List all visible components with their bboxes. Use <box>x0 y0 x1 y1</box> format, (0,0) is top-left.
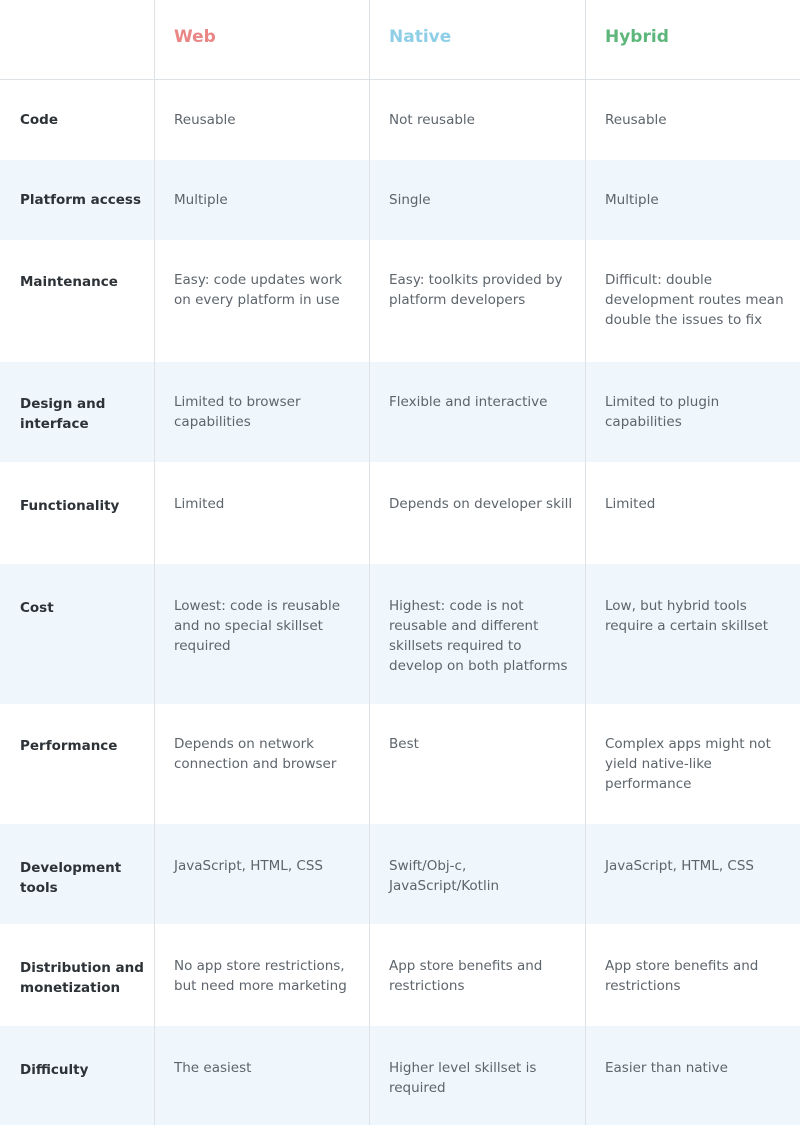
cell-hybrid: Complex apps might not yield native-like… <box>605 736 771 792</box>
row-label: Difficulty <box>0 1026 155 1125</box>
row-label: Design and interface <box>0 362 155 462</box>
header-empty-cell <box>0 0 155 79</box>
table-row-difficulty: Difficulty The easiest Higher level skil… <box>0 1026 800 1125</box>
cell-native: Swift/Obj-c, JavaScript/Kotlin <box>370 824 586 924</box>
cell-hybrid: Difficult: double development routes mea… <box>605 272 784 328</box>
cell-web: Depends on network connection and browse… <box>155 704 370 824</box>
cell-native: Flexible and interactive <box>370 362 586 462</box>
cell-web: Multiple <box>155 160 370 240</box>
cell-hybrid: Reusable <box>605 112 667 128</box>
table-row-maintenance: Maintenance Easy: code updates work on e… <box>0 240 800 362</box>
cell-native: Best <box>370 704 586 824</box>
cell-web: Limited <box>155 462 370 564</box>
table-row-design-and-interface: Design and interface Limited to browser … <box>0 362 800 462</box>
cell-web: Easy: code updates work on every platfor… <box>155 240 370 362</box>
cell-native: Not reusable <box>370 80 586 160</box>
row-label: Maintenance <box>0 240 155 362</box>
table-header-row: Web Native Hybrid <box>0 0 800 80</box>
header-web: Web <box>155 0 370 79</box>
row-label: Development tools <box>0 824 155 924</box>
row-label: Functionality <box>0 462 155 564</box>
table-row-platform-access: Platform access Multiple Single Multiple <box>0 160 800 240</box>
table-row-performance: Performance Depends on network connectio… <box>0 704 800 824</box>
table-row-code: Code Reusable Not reusable Reusable <box>0 80 800 160</box>
table-row-distribution-and-monetization: Distribution and monetization No app sto… <box>0 924 800 1026</box>
row-label: Performance <box>0 704 155 824</box>
table-row-functionality: Functionality Limited Depends on develop… <box>0 462 800 564</box>
cell-web: Lowest: code is reusable and no special … <box>155 564 370 704</box>
cell-web: No app store restrictions, but need more… <box>155 924 370 1026</box>
cell-hybrid: Limited to plugin capabilities <box>605 394 720 430</box>
cell-native: Easy: toolkits provided by platform deve… <box>370 240 586 362</box>
header-hybrid: Hybrid <box>605 27 669 47</box>
cell-hybrid: Multiple <box>605 192 659 208</box>
cell-native: Single <box>370 160 586 240</box>
cell-native: Depends on developer skill <box>370 462 586 564</box>
cell-web: JavaScript, HTML, CSS <box>155 824 370 924</box>
row-label: Platform access <box>0 160 155 240</box>
row-label: Distribution and monetization <box>0 924 155 1026</box>
comparison-table: Web Native Hybrid Code Reusable Not reus… <box>0 0 800 1125</box>
cell-web: Limited to browser capabilities <box>155 362 370 462</box>
cell-native: Higher level skillset is required <box>370 1026 586 1125</box>
cell-hybrid: App store benefits and restrictions <box>605 958 759 994</box>
cell-web: Reusable <box>155 80 370 160</box>
row-label: Code <box>0 80 155 160</box>
row-label: Cost <box>0 564 155 704</box>
cell-native: Highest: code is not reusable and differ… <box>370 564 586 704</box>
cell-hybrid: Low, but hybrid tools require a certain … <box>605 598 769 634</box>
cell-hybrid: Easier than native <box>605 1060 728 1076</box>
header-native: Native <box>370 0 586 79</box>
cell-hybrid: JavaScript, HTML, CSS <box>605 858 754 874</box>
cell-native: App store benefits and restrictions <box>370 924 586 1026</box>
table-row-cost: Cost Lowest: code is reusable and no spe… <box>0 564 800 704</box>
cell-hybrid: Limited <box>605 496 656 512</box>
table-row-development-tools: Development tools JavaScript, HTML, CSS … <box>0 824 800 924</box>
cell-web: The easiest <box>155 1026 370 1125</box>
